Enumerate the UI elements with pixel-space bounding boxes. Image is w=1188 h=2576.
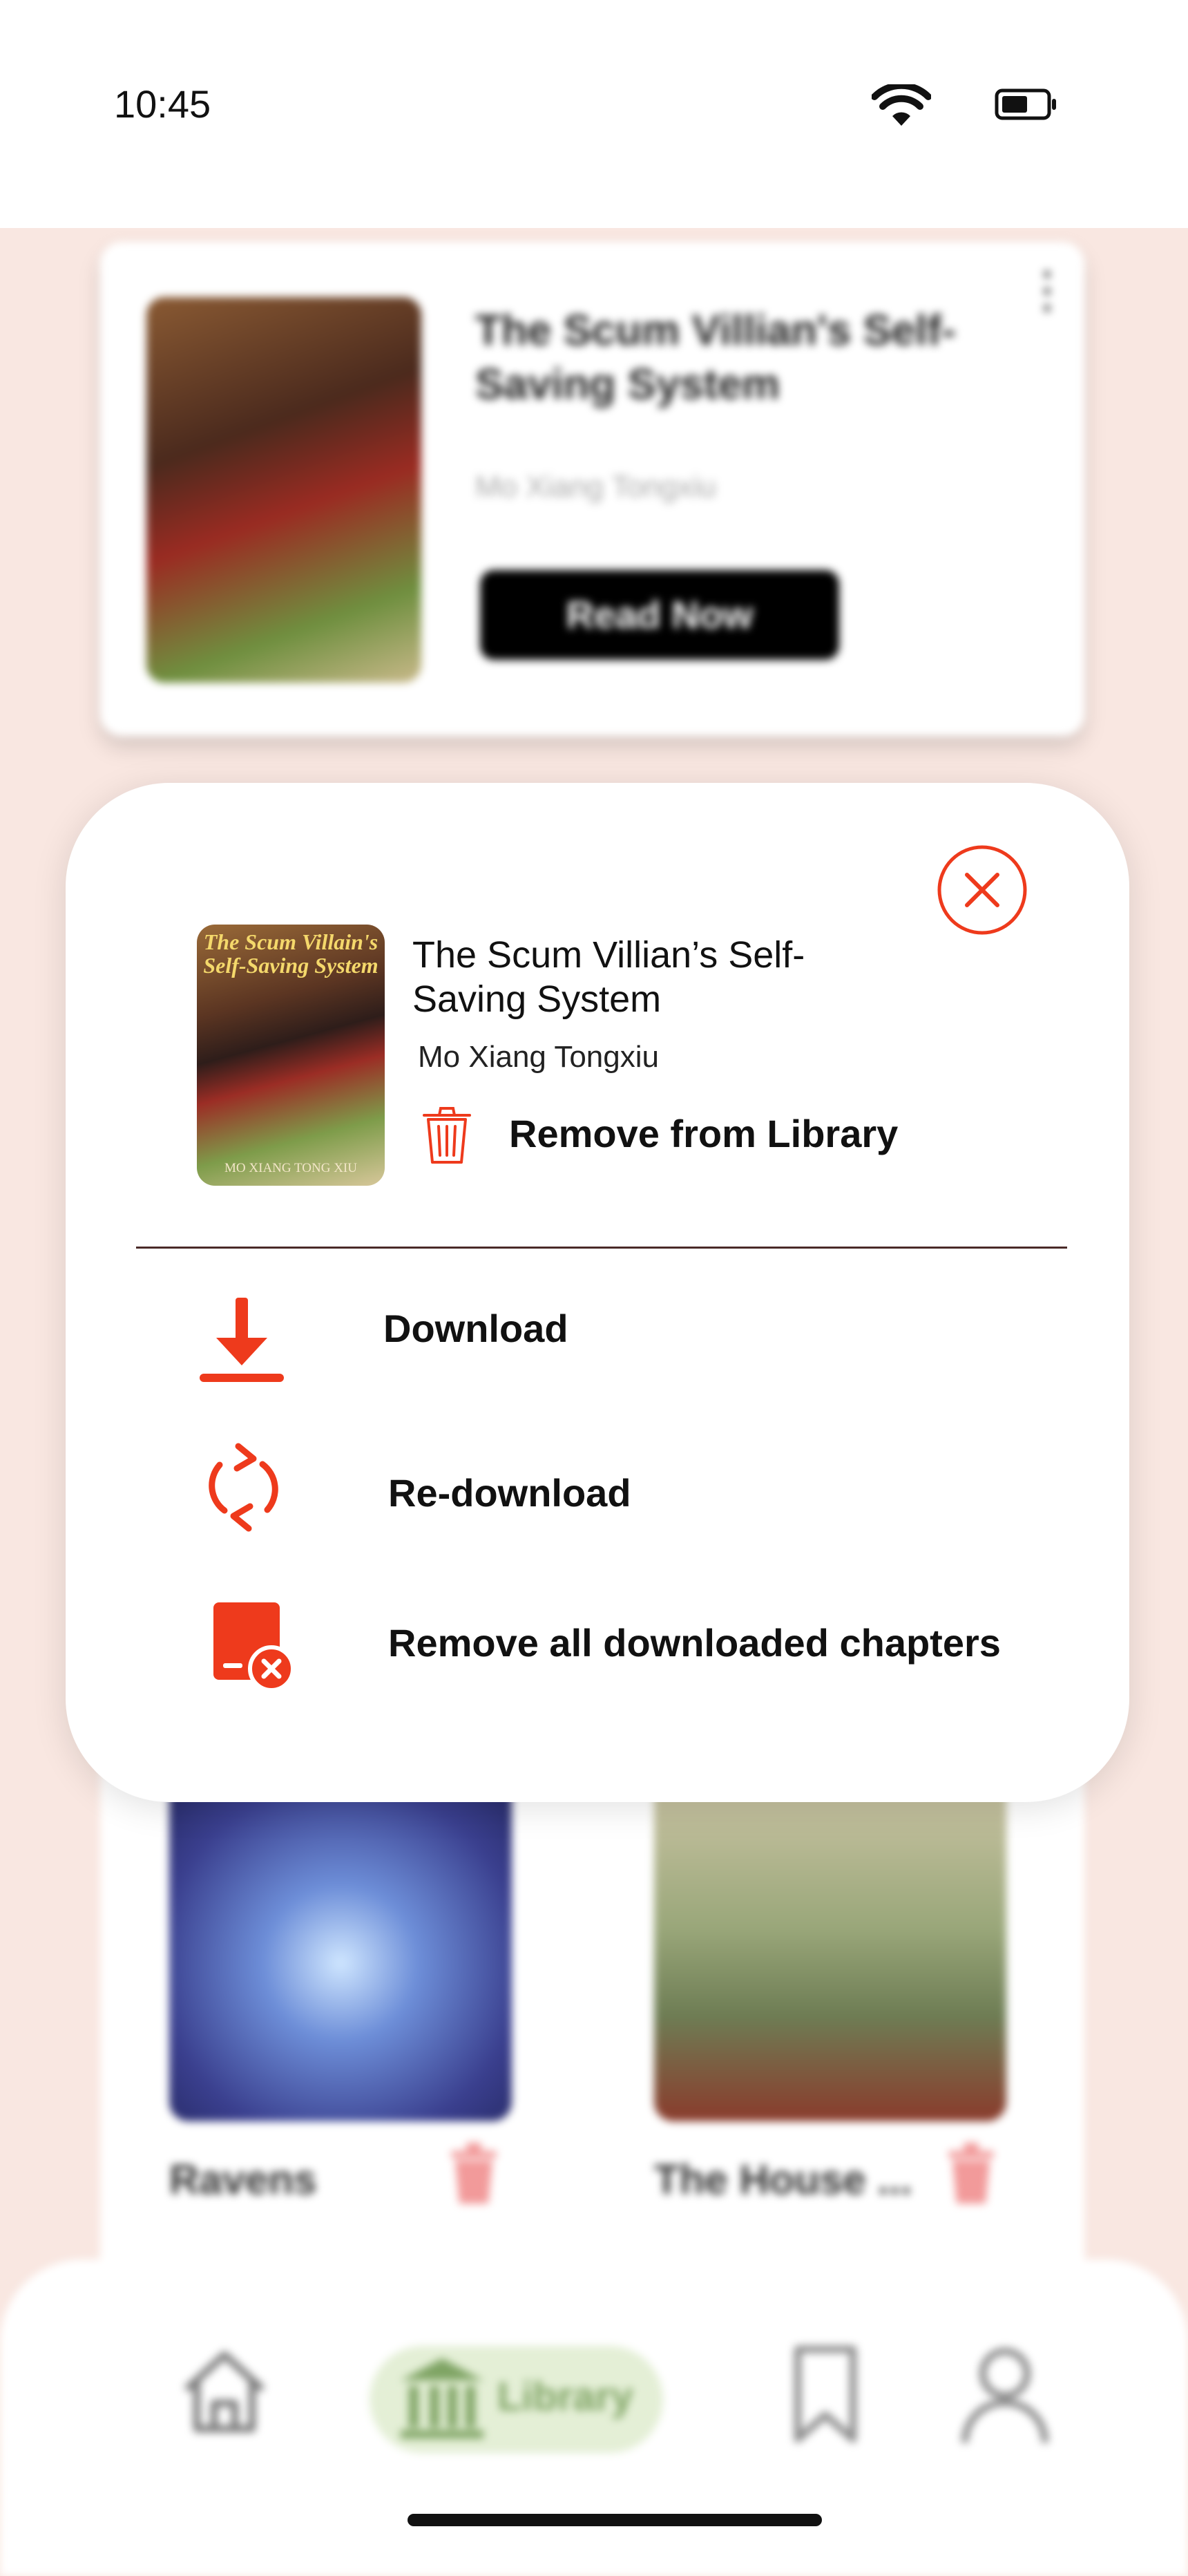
- book-cover: The Scum Villain's Self-Saving System MO…: [197, 925, 385, 1186]
- nav-library-label: Library: [497, 2374, 633, 2419]
- library-icon: [401, 2358, 483, 2438]
- download-icon[interactable]: [197, 1298, 287, 1384]
- trash-icon[interactable]: [446, 2139, 502, 2208]
- home-icon[interactable]: [176, 2342, 273, 2439]
- remove-from-library-button[interactable]: Remove from Library: [509, 1111, 898, 1156]
- remove-downloads-icon[interactable]: [211, 1600, 297, 1693]
- trash-icon[interactable]: [943, 2139, 999, 2208]
- kebab-icon[interactable]: ⋮: [1022, 263, 1072, 318]
- book-title: The Scum Villian’s Self-Saving System: [412, 934, 805, 1020]
- profile-icon[interactable]: [957, 2342, 1053, 2446]
- featured-book-author: Mo Xiang Tongxiu: [475, 470, 716, 504]
- book-label-ravens: Ravens: [169, 2157, 317, 2203]
- book-label-house: The House ...: [654, 2157, 912, 2203]
- cover-author: MO XIANG TONG XIU: [224, 1161, 357, 1175]
- remove-all-downloaded-chapters-button[interactable]: Remove all downloaded chapters: [388, 1620, 1001, 1665]
- trash-icon[interactable]: [420, 1104, 474, 1165]
- close-circle-icon[interactable]: [937, 844, 1028, 936]
- home-indicator: [408, 2514, 822, 2526]
- redownload-icon[interactable]: [204, 1441, 283, 1534]
- book-cover-house[interactable]: [654, 1769, 1006, 2121]
- featured-book-cover: [146, 297, 421, 683]
- read-now-button[interactable]: Read Now: [480, 570, 839, 660]
- divider: [136, 1247, 1067, 1249]
- cover-title: The Scum Villain's Self-Saving System: [203, 929, 379, 978]
- download-button[interactable]: Download: [383, 1306, 568, 1351]
- book-cover-ravens[interactable]: [169, 1769, 512, 2121]
- bookmark-icon[interactable]: [787, 2342, 863, 2446]
- book-author: Mo Xiang Tongxiu: [418, 1040, 659, 1074]
- redownload-button[interactable]: Re-download: [388, 1470, 631, 1515]
- featured-book-title: The Scum Villian's Self-Saving System: [475, 307, 956, 408]
